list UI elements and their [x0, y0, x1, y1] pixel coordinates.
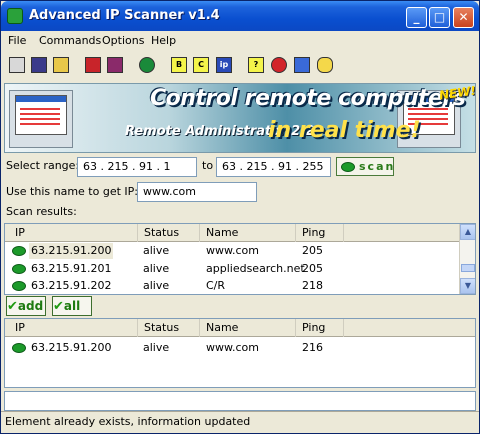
add-button-label: add: [17, 299, 44, 313]
folder-open-icon[interactable]: [53, 57, 69, 73]
cell-name: C/R: [206, 279, 226, 292]
results-header: IP Status Name Ping: [5, 224, 475, 242]
table-row[interactable]: 63.215.91.201 alive appliedsearch.net 20…: [5, 261, 475, 277]
col-ping[interactable]: Ping: [296, 319, 344, 337]
menu-bar: File Commands Options Help: [1, 31, 479, 51]
cell-status: alive: [143, 341, 170, 354]
cell-status: alive: [143, 244, 170, 257]
globe-icon[interactable]: [139, 57, 155, 73]
cell-ping: 205: [302, 244, 323, 257]
scroll-down-button[interactable]: ▼: [460, 278, 475, 294]
range-start-field[interactable]: 63 . 215 . 91 . 1: [77, 157, 197, 177]
col-name[interactable]: Name: [200, 319, 296, 337]
cell-ping: 218: [302, 279, 323, 292]
menu-commands[interactable]: Commands: [39, 34, 101, 47]
db-icon[interactable]: [317, 57, 333, 73]
col-name[interactable]: Name: [200, 224, 296, 242]
saved-hosts-list[interactable]: IP Status Name Ping 63.215.91.200 alive …: [4, 318, 476, 388]
checkmark-icon: ✔: [7, 299, 18, 314]
col-status[interactable]: Status: [138, 224, 200, 242]
alive-indicator-icon: [12, 246, 26, 256]
banner-tagline: in real time!: [268, 118, 421, 143]
minimize-button[interactable]: _: [406, 7, 427, 28]
cell-ping: 205: [302, 262, 323, 275]
window-title: Advanced IP Scanner v1.4: [29, 8, 220, 23]
range-to-label: to: [202, 159, 214, 172]
app-window: Advanced IP Scanner v1.4 _ □ ✕ File Comm…: [0, 0, 480, 434]
disk-icon[interactable]: [9, 57, 25, 73]
help-icon[interactable]: ?: [248, 57, 264, 73]
status-bar: Element already exists, information upda…: [1, 411, 479, 433]
col-ip[interactable]: IP: [5, 319, 138, 337]
cell-name: appliedsearch.net: [206, 262, 305, 275]
alive-indicator-icon: [12, 281, 26, 291]
red-computer-icon[interactable]: [85, 57, 101, 73]
cell-ip: 63.215.91.201: [31, 262, 112, 275]
green-oval-icon: [341, 162, 355, 172]
save-icon[interactable]: [31, 57, 47, 73]
col-status[interactable]: Status: [138, 319, 200, 337]
command-input[interactable]: [4, 391, 476, 411]
cell-ip: 63.215.91.200: [29, 243, 114, 259]
add-all-button[interactable]: ✔all: [52, 296, 92, 316]
cell-status: alive: [143, 279, 170, 292]
alive-indicator-icon: [12, 343, 26, 353]
banner-headline: Control remote computers: [150, 86, 466, 111]
double-checkmark-icon: ✔: [53, 299, 64, 314]
table-row[interactable]: 63.215.91.202 alive C/R 218: [5, 278, 475, 294]
table-row[interactable]: 63.215.91.200 alive www.com 205: [5, 243, 475, 259]
cell-name: www.com: [206, 244, 259, 257]
computers-icon[interactable]: [107, 57, 123, 73]
col-ip[interactable]: IP: [5, 224, 138, 242]
toolbar: B C ip ?: [1, 51, 479, 81]
stop-icon[interactable]: [271, 57, 287, 73]
select-range-label: Select range:: [6, 159, 80, 172]
computer-illustration-left: [9, 90, 73, 148]
range-end-field[interactable]: 63 . 215 . 91 . 255: [216, 157, 331, 177]
cell-name: www.com: [206, 341, 259, 354]
menu-options[interactable]: Options: [102, 34, 144, 47]
scroll-thumb[interactable]: [461, 264, 475, 272]
b-note-icon[interactable]: B: [171, 57, 187, 73]
c-note-icon[interactable]: C: [193, 57, 209, 73]
name-lookup-label: Use this name to get IP:: [6, 185, 138, 198]
cell-ping: 216: [302, 341, 323, 354]
maximize-button[interactable]: □: [429, 7, 450, 28]
menu-file[interactable]: File: [8, 34, 26, 47]
scroll-up-button[interactable]: ▲: [460, 224, 475, 240]
ad-banner[interactable]: Control remote computers Remote Administ…: [4, 83, 476, 153]
alive-indicator-icon: [12, 264, 26, 274]
cell-status: alive: [143, 262, 170, 275]
scan-results-list[interactable]: IP Status Name Ping 63.215.91.200 alive …: [4, 223, 476, 295]
saved-header: IP Status Name Ping: [5, 319, 475, 337]
name-lookup-input[interactable]: www.com: [137, 182, 257, 202]
scan-results-label: Scan results:: [6, 205, 77, 218]
app-icon: [7, 8, 23, 24]
title-bar[interactable]: Advanced IP Scanner v1.4 _ □ ✕: [1, 1, 479, 31]
all-button-label: all: [63, 299, 81, 313]
cell-ip: 63.215.91.200: [31, 341, 112, 354]
col-ping[interactable]: Ping: [296, 224, 344, 242]
add-button[interactable]: ✔add: [6, 296, 46, 316]
close-button[interactable]: ✕: [453, 7, 474, 28]
table-row[interactable]: 63.215.91.200 alive www.com 216: [5, 340, 475, 356]
cell-ip: 63.215.91.202: [31, 279, 112, 292]
scan-button[interactable]: scan: [336, 157, 394, 176]
network-icon[interactable]: [294, 57, 310, 73]
results-scrollbar[interactable]: ▲ ▼: [459, 224, 475, 294]
scan-button-label: scan: [359, 160, 396, 173]
menu-help[interactable]: Help: [151, 34, 176, 47]
ip-icon[interactable]: ip: [216, 57, 232, 73]
